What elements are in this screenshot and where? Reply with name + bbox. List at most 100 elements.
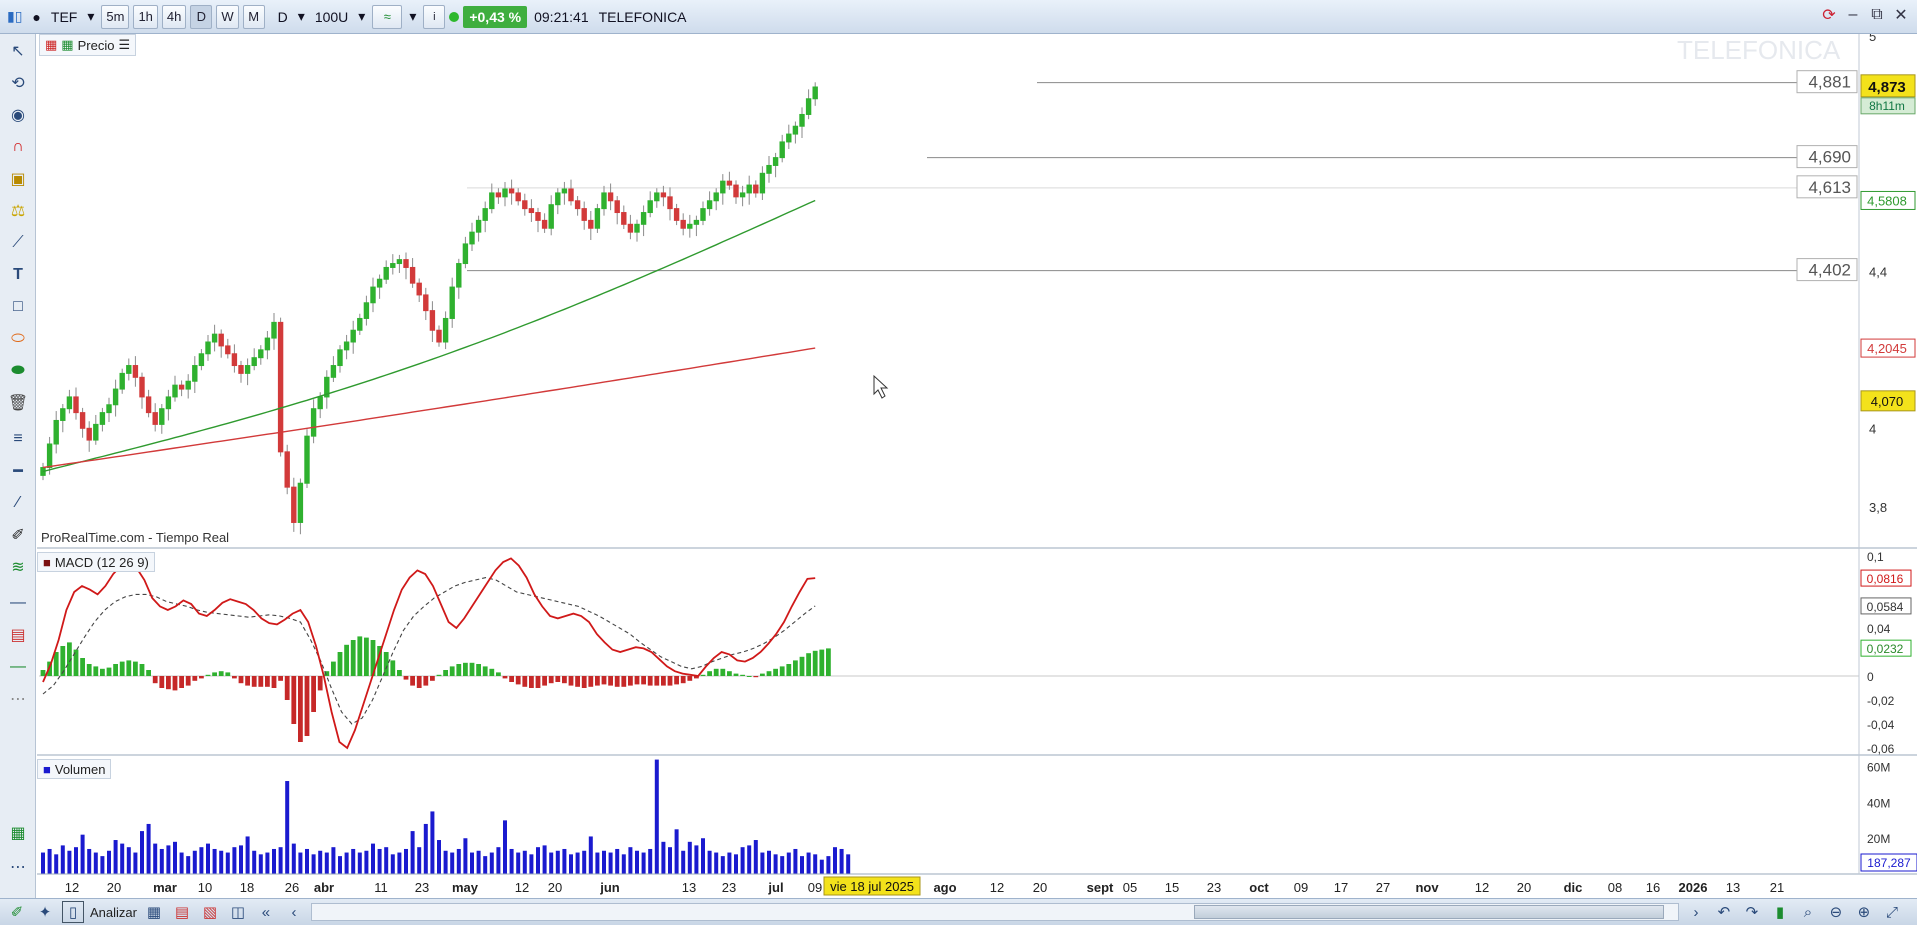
macd-histogram-bar: [773, 668, 778, 676]
volume-bar: [562, 848, 567, 874]
period-dropdown-icon[interactable]: ▾: [295, 8, 308, 25]
channel-tool-icon[interactable]: ≋: [5, 554, 31, 580]
indicator-tool-icon[interactable]: ▦: [5, 820, 31, 846]
macd-histogram-bar: [621, 676, 627, 687]
trendline-tool-icon[interactable]: ∕: [5, 490, 31, 516]
macd-histogram-bar: [548, 676, 554, 684]
panel-expand-icon[interactable]: ▦: [61, 37, 73, 53]
minimize-icon[interactable]: –: [1843, 5, 1863, 25]
candle-body: [449, 286, 455, 319]
time-axis-label: sept: [1087, 880, 1114, 895]
timeframe-5m-button[interactable]: 5m: [101, 4, 130, 29]
hline-green-tool-icon[interactable]: —: [5, 654, 31, 680]
more-tools-icon[interactable]: ⋯: [5, 854, 31, 880]
time-axis-label: 23: [415, 880, 429, 895]
volume-bar: [384, 847, 389, 874]
volume-bar: [661, 841, 666, 874]
macd-panel-tag[interactable]: ■ MACD (12 26 9): [37, 552, 155, 572]
volume-panel-tag[interactable]: ■ Volumen: [37, 759, 112, 779]
volume-bar: [595, 852, 600, 874]
candle-body: [594, 208, 601, 229]
scroll-left-icon[interactable]: ‹: [283, 901, 305, 923]
share-icon[interactable]: ✦: [34, 901, 56, 923]
zone-tool-icon[interactable]: ▤: [5, 622, 31, 648]
timeframe-4h-button[interactable]: 4h: [161, 4, 187, 29]
chart-area[interactable]: TELEFONICA 4,881 4,690 4,613 4,402 ProRealTim…: [37, 34, 1917, 898]
symbol-dropdown-icon[interactable]: ▾: [84, 8, 97, 25]
fibonacci-tool-icon[interactable]: ≡: [5, 426, 31, 452]
analyze-icon[interactable]: ▯: [62, 901, 84, 923]
zoom-in-icon[interactable]: ⊕: [1853, 901, 1875, 923]
ellipse-tool-icon[interactable]: ⬭: [5, 326, 31, 352]
close-icon[interactable]: ✕: [1891, 5, 1911, 25]
eye-tool-icon[interactable]: ◉: [5, 102, 31, 128]
shape-tool-icon[interactable]: ⬬: [5, 358, 31, 384]
macd-histogram-bar: [192, 676, 198, 681]
chart-style-dropdown-icon[interactable]: ▾: [406, 8, 419, 25]
period-select[interactable]: D: [275, 9, 291, 25]
zoom-fit-icon[interactable]: ⤢: [1881, 901, 1903, 923]
macd-histogram-bar: [298, 676, 303, 742]
layout-icon[interactable]: ◫: [227, 901, 249, 923]
timeframe-d-button[interactable]: D: [190, 4, 213, 29]
time-scrollbar-thumb[interactable]: [1193, 905, 1664, 919]
ruler-tool-icon[interactable]: ━: [5, 458, 31, 484]
price-panel-tag[interactable]: ▦ ▦ Precio ☰: [39, 34, 137, 56]
scroll-first-icon[interactable]: «: [255, 901, 277, 923]
list-icon[interactable]: ▤: [171, 901, 193, 923]
timeframe-w-button[interactable]: W: [216, 4, 239, 29]
analyze-button[interactable]: Analizar: [90, 905, 137, 920]
candle-body: [489, 192, 495, 210]
candle-body: [244, 365, 251, 374]
cursor-tool-icon[interactable]: ↖: [5, 38, 31, 64]
candle-body: [469, 231, 475, 245]
pencil-tool-icon[interactable]: ✐: [5, 522, 31, 548]
text-tool-icon[interactable]: T: [5, 262, 31, 288]
macd-histogram-bar: [542, 676, 547, 686]
scroll-right-icon[interactable]: ›: [1685, 901, 1707, 923]
macd-histogram-bar: [555, 676, 561, 682]
macd-histogram-bar: [337, 652, 343, 676]
chart-style-button[interactable]: ≈: [372, 4, 403, 29]
redo-icon[interactable]: ↷: [1741, 901, 1763, 923]
macd-histogram-bar: [291, 676, 297, 724]
macd-histogram-bar: [86, 664, 92, 676]
zoom-reset-tool-icon[interactable]: ⟲: [5, 70, 31, 96]
magnet-tool-icon[interactable]: ∩: [5, 134, 31, 160]
bar-spacing-icon[interactable]: ▮: [1769, 901, 1791, 923]
rectangle-tool-icon[interactable]: □: [5, 294, 31, 320]
volume-bar: [120, 843, 125, 874]
alert-tool-icon[interactable]: ⚖: [5, 198, 31, 224]
panel-collapse-icon[interactable]: ▦: [45, 37, 57, 53]
candle-body: [654, 192, 660, 202]
brush-icon[interactable]: ✐: [6, 901, 28, 923]
line-tool-icon[interactable]: ⟋: [5, 230, 31, 256]
time-scrollbar[interactable]: [310, 903, 1679, 921]
timeframe-1h-button[interactable]: 1h: [133, 4, 158, 29]
screener-icon[interactable]: ▦: [143, 901, 165, 923]
units-dropdown-icon[interactable]: ▾: [355, 8, 368, 25]
panel-menu-icon[interactable]: ☰: [118, 37, 130, 53]
hline-tool-icon[interactable]: —: [5, 590, 31, 616]
volume-bar: [291, 843, 296, 874]
macd-histogram-bar: [185, 676, 191, 686]
chart-svg[interactable]: TELEFONICA 4,881 4,690 4,613 4,402 ProRealTim…: [37, 34, 1917, 898]
macd-histogram-bar: [311, 676, 316, 712]
grid-icon[interactable]: ▧: [199, 901, 221, 923]
units-select[interactable]: 100U: [312, 9, 351, 25]
price-axis-tick: 4,4: [1869, 264, 1887, 279]
auto-zoom-icon[interactable]: ⌕: [1797, 901, 1819, 923]
lock-tool-icon[interactable]: ▣: [5, 166, 31, 192]
trash-tool-icon[interactable]: 🗑: [5, 390, 31, 416]
zoom-out-icon[interactable]: ⊖: [1825, 901, 1847, 923]
undo-icon[interactable]: ↶: [1713, 901, 1735, 923]
sync-icon[interactable]: ⟳: [1819, 5, 1839, 25]
symbol-search-icon[interactable]: ●: [29, 9, 43, 25]
timeframe-m-button[interactable]: M: [242, 4, 265, 29]
dashed-line-tool-icon[interactable]: ⋯: [5, 686, 31, 712]
time-axis-label: mar: [153, 880, 177, 895]
symbol-label[interactable]: TEF: [48, 9, 80, 25]
chart-type-icon[interactable]: ▮▯: [4, 8, 25, 25]
restore-icon[interactable]: ⧉: [1867, 5, 1887, 25]
info-button[interactable]: i: [423, 4, 446, 29]
